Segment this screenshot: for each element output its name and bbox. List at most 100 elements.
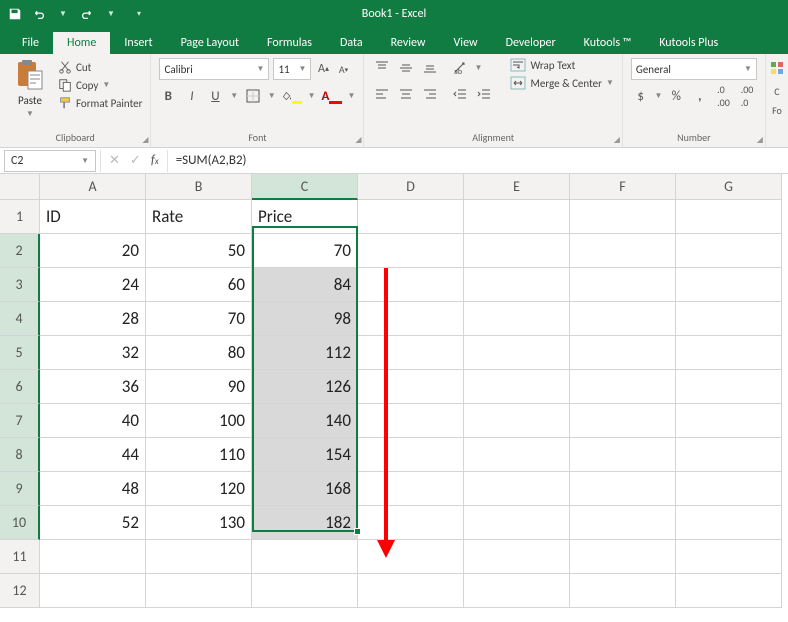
alignment-launcher-icon[interactable]: ◢ [614, 135, 620, 145]
cell-G8[interactable] [676, 438, 782, 472]
tab-developer[interactable]: Developer [492, 32, 570, 54]
cell-B11[interactable] [146, 540, 252, 574]
cell-B10[interactable]: 130 [146, 506, 252, 540]
paste-dropdown-icon[interactable]: ▼ [26, 109, 34, 119]
italic-button[interactable]: I [183, 86, 201, 106]
cell-D5[interactable] [358, 336, 464, 370]
cell-C10[interactable]: 182 [252, 506, 358, 540]
cell-F5[interactable] [570, 336, 676, 370]
cell-G10[interactable] [676, 506, 782, 540]
cell-E9[interactable] [464, 472, 570, 506]
cell-D2[interactable] [358, 234, 464, 268]
cell-A8[interactable]: 44 [40, 438, 146, 472]
select-all-corner[interactable] [0, 174, 40, 200]
cell-B7[interactable]: 100 [146, 404, 252, 438]
cut-button[interactable]: Cut [58, 60, 142, 74]
row-header-7[interactable]: 7 [0, 404, 40, 438]
copy-button[interactable]: Copy▼ [58, 78, 142, 92]
cell-G11[interactable] [676, 540, 782, 574]
tab-view[interactable]: View [440, 32, 492, 54]
cell-C1[interactable]: Price [252, 200, 358, 234]
cell-C4[interactable]: 98 [252, 302, 358, 336]
tab-kutools[interactable]: Kutools ™ [570, 32, 646, 54]
undo-dropdown-icon[interactable]: ▼ [54, 5, 72, 23]
row-header-4[interactable]: 4 [0, 302, 40, 336]
undo-icon[interactable] [30, 5, 48, 23]
cell-E10[interactable] [464, 506, 570, 540]
cell-C2[interactable]: 70 [252, 234, 358, 268]
cell-D11[interactable] [358, 540, 464, 574]
row-header-5[interactable]: 5 [0, 336, 40, 370]
font-launcher-icon[interactable]: ◢ [355, 135, 361, 145]
align-left-icon[interactable] [372, 84, 392, 104]
comma-icon[interactable]: , [690, 86, 710, 106]
cell-C11[interactable] [252, 540, 358, 574]
tab-page-layout[interactable]: Page Layout [167, 32, 253, 54]
cell-D8[interactable] [358, 438, 464, 472]
cell-A1[interactable]: ID [40, 200, 146, 234]
row-header-2[interactable]: 2 [0, 234, 40, 268]
cell-F2[interactable] [570, 234, 676, 268]
cell-A12[interactable] [40, 574, 146, 608]
cell-F4[interactable] [570, 302, 676, 336]
format-painter-button[interactable]: Format Painter [58, 96, 142, 110]
cell-C9[interactable]: 168 [252, 472, 358, 506]
cell-D7[interactable] [358, 404, 464, 438]
bold-button[interactable]: B [159, 86, 177, 106]
cell-A6[interactable]: 36 [40, 370, 146, 404]
paste-label[interactable]: Paste [18, 94, 42, 107]
underline-button[interactable]: U [207, 86, 225, 106]
redo-icon[interactable] [78, 5, 96, 23]
cell-G12[interactable] [676, 574, 782, 608]
row-header-6[interactable]: 6 [0, 370, 40, 404]
wrap-text-button[interactable]: Wrap Text [510, 58, 613, 72]
number-format-select[interactable]: General▼ [631, 58, 757, 80]
cell-B12[interactable] [146, 574, 252, 608]
cell-B2[interactable]: 50 [146, 234, 252, 268]
cell-A10[interactable]: 52 [40, 506, 146, 540]
col-header-G[interactable]: G [676, 174, 782, 200]
name-box[interactable]: C2▼ [4, 150, 96, 172]
cell-E1[interactable] [464, 200, 570, 234]
paste-icon[interactable] [14, 58, 46, 92]
orientation-icon[interactable]: ab [450, 58, 470, 78]
decrease-font-icon[interactable]: A▾ [335, 59, 351, 79]
cell-G7[interactable] [676, 404, 782, 438]
row-header-8[interactable]: 8 [0, 438, 40, 472]
enter-formula-icon[interactable]: ✓ [130, 153, 141, 168]
cell-C7[interactable]: 140 [252, 404, 358, 438]
row-header-10[interactable]: 10 [0, 506, 40, 540]
increase-decimal-icon[interactable]: .0.00 [714, 86, 734, 106]
cell-A4[interactable]: 28 [40, 302, 146, 336]
tab-review[interactable]: Review [377, 32, 440, 54]
cell-F8[interactable] [570, 438, 676, 472]
merge-center-button[interactable]: Merge & Center ▼ [510, 76, 613, 90]
cell-D9[interactable] [358, 472, 464, 506]
cell-C6[interactable]: 126 [252, 370, 358, 404]
fill-handle[interactable] [354, 528, 361, 535]
col-header-B[interactable]: B [146, 174, 252, 200]
clipboard-launcher-icon[interactable]: ◢ [142, 135, 148, 145]
cell-C8[interactable]: 154 [252, 438, 358, 472]
cell-F7[interactable] [570, 404, 676, 438]
cell-D6[interactable] [358, 370, 464, 404]
qat-customize-icon[interactable]: ▾ [130, 5, 148, 23]
cell-F3[interactable] [570, 268, 676, 302]
cell-F12[interactable] [570, 574, 676, 608]
cell-E7[interactable] [464, 404, 570, 438]
cell-F10[interactable] [570, 506, 676, 540]
row-header-3[interactable]: 3 [0, 268, 40, 302]
align-bottom-icon[interactable] [420, 58, 440, 78]
cell-G3[interactable] [676, 268, 782, 302]
cell-G1[interactable] [676, 200, 782, 234]
align-middle-icon[interactable] [396, 58, 416, 78]
col-header-E[interactable]: E [464, 174, 570, 200]
cell-G5[interactable] [676, 336, 782, 370]
cond-fmt-partial-icon[interactable] [769, 60, 785, 79]
tab-data[interactable]: Data [326, 32, 377, 54]
cell-F11[interactable] [570, 540, 676, 574]
cell-C3[interactable]: 84 [252, 268, 358, 302]
decrease-decimal-icon[interactable]: .00.0 [737, 86, 757, 106]
percent-icon[interactable]: % [666, 86, 686, 106]
cell-G9[interactable] [676, 472, 782, 506]
